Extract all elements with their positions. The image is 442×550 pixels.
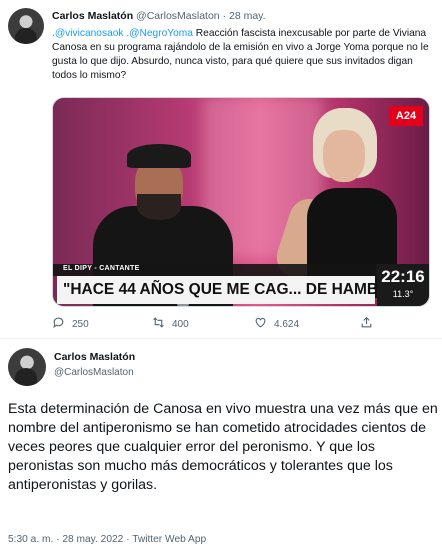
reply-icon [52,316,65,332]
caption-bar: EL DIPY - CANTANTE [53,264,429,276]
mention-link[interactable]: .@NegroYoma [126,28,193,39]
retweet-count: 400 [172,318,189,330]
reply-count: 250 [72,318,89,330]
divider [0,338,442,339]
quoted-tweet[interactable]: Carlos Maslatón @CarlosMaslaton · 28 may… [0,0,442,338]
like-count: 4.624 [274,318,300,330]
author-handle[interactable]: @CarlosMaslaton [54,367,134,378]
guest-beard [137,194,181,220]
temperature: 11.3° [392,289,414,299]
tweet-timestamp[interactable]: 5:30 a. m. · 28 may. 2022 · Twitter Web … [8,534,206,545]
clock-box: 22:16 11.3° [377,264,429,306]
headline-banner: "HACE 44 AÑOS QUE ME CAG... DE HAMBRE" [57,276,407,304]
share-button[interactable] [360,316,373,332]
retweet-icon [152,316,165,332]
mention-link[interactable]: .@vivicanosaok [52,28,124,39]
tweet-text: .@vivicanosaok .@NegroYoma Reacción fasc… [52,27,432,83]
channel-logo: A24 [389,106,423,126]
avatar[interactable] [8,348,46,386]
reply-button[interactable]: 250 [52,316,89,332]
retweet-button[interactable]: 400 [152,316,189,332]
broadcast-clock: 22:16 [381,267,425,286]
host-face [323,130,365,182]
share-icon [360,316,373,332]
author-name[interactable]: Carlos Maslatón [52,10,133,22]
author-handle[interactable]: @CarlosMaslaton [136,10,220,22]
like-button[interactable]: 4.624 [254,316,299,332]
author-name[interactable]: Carlos Maslatón [54,351,135,363]
main-tweet-text: Esta determinación de Canosa en vivo mue… [8,401,438,493]
tweet-media-image[interactable]: A24 EL DIPY - CANTANTE "HACE 44 AÑOS QUE… [52,97,430,307]
caption-label: EL DIPY - CANTANTE [63,265,140,272]
tweet-date[interactable]: 28 may. [229,10,266,22]
like-icon [254,316,267,332]
tweet-header: Carlos Maslatón @CarlosMaslaton · 28 may… [52,10,266,22]
tweet-actions: 250 400 4.624 [52,316,382,332]
separator-dot: · [222,10,227,22]
avatar[interactable] [8,8,44,44]
guest-hat [127,144,191,168]
